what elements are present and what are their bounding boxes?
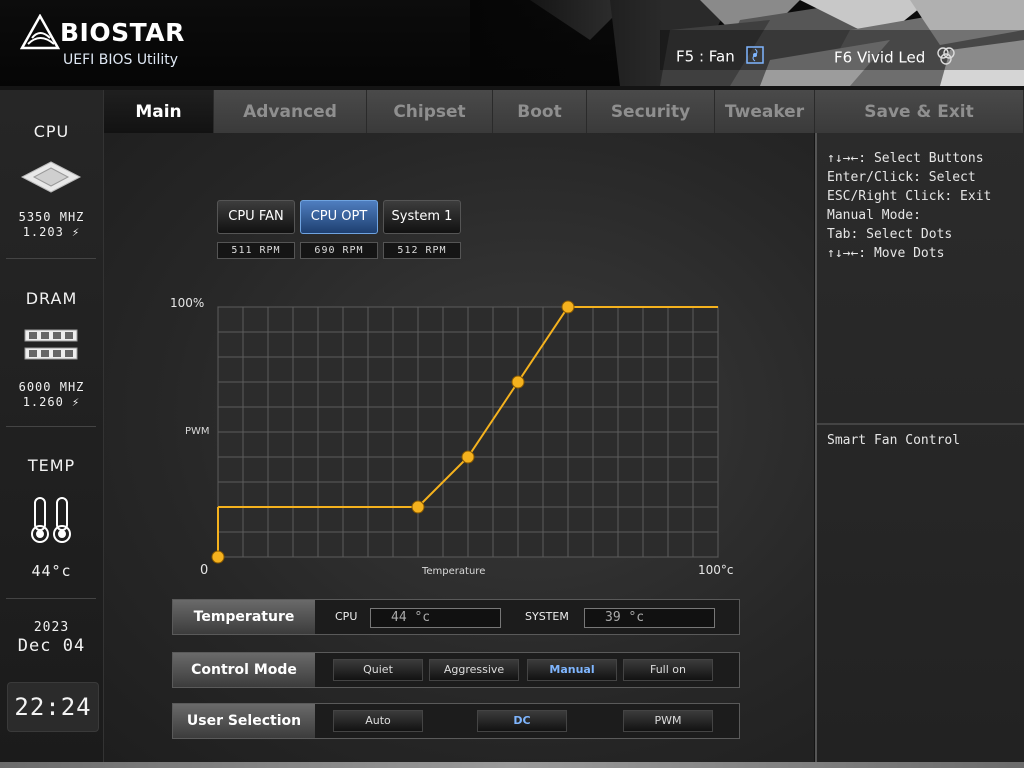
cpu-chip-icon [20,161,82,193]
sidebar-divider [6,426,96,427]
item-description: Smart Fan Control [827,433,961,448]
tab-save-exit[interactable]: Save & Exit [815,90,1024,133]
status-sidebar: CPU 5350 MHZ 1.203 ⚡ DRAM 6000 MHZ 1.260… [0,90,104,762]
sidebar-divider [6,258,96,259]
help-divider [817,423,1024,425]
header-shard-art [470,0,1024,86]
cpu-temp-value: 44 °c [370,608,501,628]
control-mode-row: Control Mode Quiet Aggressive Manual Ful… [172,652,740,688]
tab-chipset[interactable]: Chipset [367,90,493,133]
help-text: ↑↓→←: Select Buttons Enter/Click: Select… [827,151,992,261]
curve-point[interactable] [411,500,425,514]
y-axis-label: PWM [185,426,210,437]
selection-pwm-button[interactable]: PWM [623,710,713,732]
temp-title: TEMP [27,456,76,475]
cpu-temp-label: CPU [335,610,358,623]
dram-voltage: 1.260 ⚡ [22,395,81,409]
x-axis-min-label: 0 [200,563,208,578]
vivid-led-hotkey[interactable]: F6 Vivid Led [834,46,956,70]
vivid-led-hotkey-label: F6 Vivid Led [834,48,926,67]
selection-auto-button[interactable]: Auto [333,710,423,732]
system-temp-label: SYSTEM [525,610,569,623]
date-year: 2023 [33,620,70,635]
clock-time: 22:24 [14,693,92,721]
cpu-frequency: 5350 MHZ [18,210,85,224]
tab-boot[interactable]: Boot [493,90,587,133]
tab-advanced[interactable]: Advanced [214,90,367,133]
fan-control-panel: CPU FAN CPU OPT System 1 511 RPM 690 RPM… [104,133,814,762]
x-axis-label: Temperature [421,566,485,577]
footer-bar [0,762,1024,768]
mode-quiet-button[interactable]: Quiet [333,659,423,681]
brand-subtitle: UEFI BIOS Utility [63,52,178,68]
temperature-row-label: Temperature [173,600,315,634]
tab-main[interactable]: Main [104,90,214,133]
user-selection-row: User Selection Auto DC PWM [172,703,740,739]
brand-name: BIOSTAR [60,18,185,47]
fan-hotkey-label: F5 : Fan [676,47,735,66]
mode-full-on-button[interactable]: Full on [623,659,713,681]
curve-point[interactable] [511,375,525,389]
dram-module-icon [24,329,78,360]
date-day: Dec 04 [17,636,86,656]
x-axis-max-label: 100°c [698,563,734,577]
fan-icon [745,46,764,68]
tab-security[interactable]: Security [587,90,715,133]
chart-grid [217,306,719,558]
fan-curve-chart[interactable]: 100% PWM 0 Temperature 100°c [104,133,814,593]
fan-hotkey[interactable]: F5 : Fan [676,46,764,68]
user-selection-label: User Selection [173,704,315,738]
dram-frequency: 6000 MHZ [18,380,85,394]
clock-display: 22:24 [7,682,99,732]
control-mode-label: Control Mode [173,653,315,687]
thermometer-icon [31,497,71,543]
dram-title: DRAM [25,289,78,308]
cpu-title: CPU [33,122,70,141]
biostar-logo: BIOSTAR UEFI BIOS Utility [20,12,210,74]
main-tab-bar: Main Advanced Chipset Boot Security Twea… [104,90,1024,133]
curve-point[interactable] [461,450,475,464]
system-temp-value: 39 °c [584,608,715,628]
cpu-voltage: 1.203 ⚡ [22,225,81,239]
mode-manual-button[interactable]: Manual [527,659,617,681]
system-temperature: 44°c [31,562,72,580]
tab-tweaker[interactable]: Tweaker [715,90,815,133]
curve-point[interactable] [561,300,575,314]
curve-point[interactable] [211,550,225,564]
help-panel: ↑↓→←: Select Buttons Enter/Click: Select… [815,133,1024,762]
biostar-logo-icon [20,14,60,50]
mode-aggressive-button[interactable]: Aggressive [429,659,519,681]
led-icon [936,46,956,70]
header-bar: BIOSTAR UEFI BIOS Utility F5 : Fan F6 Vi… [0,0,1024,86]
sidebar-divider [6,598,96,599]
temperature-row: Temperature CPU 44 °c SYSTEM 39 °c [172,599,740,635]
selection-dc-button[interactable]: DC [477,710,567,732]
y-axis-max-label: 100% [170,296,204,310]
